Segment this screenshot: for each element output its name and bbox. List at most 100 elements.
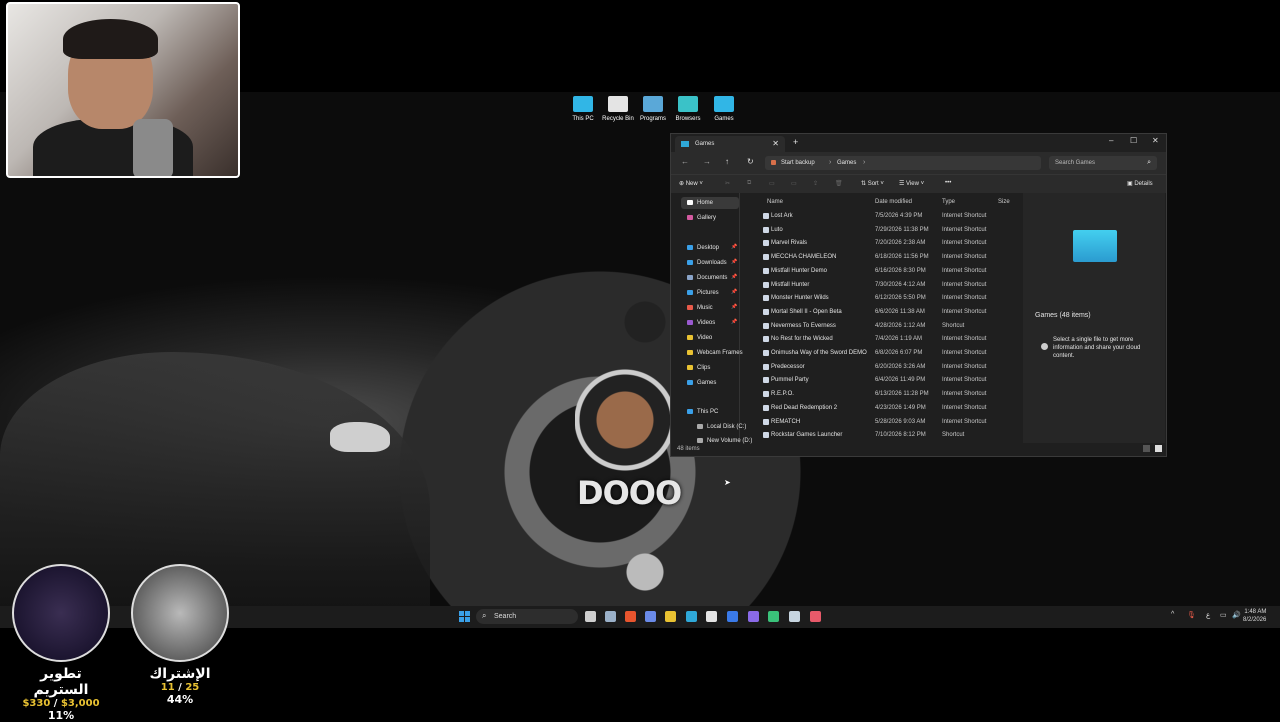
maps-icon[interactable] — [810, 611, 821, 622]
refresh-icon[interactable]: ↻ — [747, 157, 754, 166]
pin-icon[interactable]: 📌 — [731, 244, 737, 250]
sidebar-item[interactable]: Clips — [681, 362, 739, 374]
forward-arrow-icon[interactable]: → — [703, 157, 711, 166]
store-icon[interactable] — [706, 611, 717, 622]
brave-icon[interactable] — [625, 611, 636, 622]
file-row[interactable]: Lost Ark 7/5/2026 4:39 PM Internet Shortcu… — [753, 209, 1013, 222]
tab-close-icon[interactable]: ✕ — [772, 139, 779, 148]
command-bar: ⊕ New ˅ ✂ ⧉ ▭ ▭ ⇪ 🗑 ⇅ Sort ˅ ☰ View ˅ ••… — [671, 174, 1166, 193]
file-row[interactable]: Monster Hunter Wilds 6/12/2026 5:50 PM Int… — [753, 291, 1013, 304]
file-row[interactable]: Pummel Party 6/4/2026 11:49 PM Internet Sh… — [753, 373, 1013, 386]
file-row[interactable]: Rockstar Games Launcher 7/10/2026 8:12 PM… — [753, 428, 1013, 441]
file-date: 6/13/2026 11:28 PM — [875, 391, 929, 398]
sidebar-item[interactable]: Games — [681, 377, 739, 389]
sidebar-item[interactable]: Pictures 📌 — [681, 287, 739, 299]
sidebar-item-icon — [687, 305, 693, 310]
tiles-view-icon[interactable] — [1155, 445, 1162, 452]
file-row[interactable]: Predecessor 6/20/2026 3:26 AM Internet Sho… — [753, 360, 1013, 373]
file-row[interactable]: Luto 7/29/2026 11:38 PM Internet Shortcut — [753, 223, 1013, 236]
file-row[interactable]: Mistfall Hunter 7/30/2026 4:12 AM Internet… — [753, 278, 1013, 291]
sidebar-item[interactable]: Gallery — [681, 212, 739, 224]
column-header-name[interactable]: Name — [767, 199, 783, 205]
file-row[interactable]: Mistfall Hunter Demo 6/16/2026 8:30 PM Int… — [753, 264, 1013, 277]
discord-icon[interactable] — [748, 611, 759, 622]
edge-icon[interactable] — [686, 611, 697, 622]
desktop-icon-recycle-bin[interactable]: Recycle Bin — [598, 96, 638, 122]
sort-button[interactable]: ⇅ Sort ˅ — [861, 180, 884, 187]
taskbar-search[interactable]: ⌕ Search — [476, 609, 578, 624]
cut-icon[interactable]: ✂ — [725, 180, 730, 187]
microphone-icon[interactable]: 🎙 — [1187, 611, 1196, 619]
pin-icon[interactable]: 📌 — [731, 289, 737, 295]
start-windows-icon[interactable] — [459, 611, 470, 622]
file-type: Internet Shortcut — [942, 267, 987, 274]
back-arrow-icon[interactable]: ← — [681, 157, 689, 166]
file-explorer-icon[interactable] — [665, 611, 676, 622]
search-input[interactable]: Search Games ⌕ — [1049, 156, 1157, 170]
file-row[interactable]: REMATCH 5/28/2026 9:03 AM Internet Shortcu… — [753, 415, 1013, 428]
clock[interactable]: 1:48 AM 8/2/2026 — [1243, 608, 1266, 624]
shortcut-icon — [763, 308, 769, 315]
network-icon[interactable]: ▭ — [1220, 611, 1227, 619]
file-row[interactable]: No Rest for the Wicked 7/4/2026 1:19 AM In… — [753, 332, 1013, 345]
task-view-icon[interactable] — [585, 611, 596, 622]
share-icon[interactable]: ⇪ — [813, 180, 818, 187]
column-header-date[interactable]: Date modified — [875, 199, 912, 205]
rename-icon[interactable]: ▭ — [791, 180, 797, 187]
sidebar-item[interactable]: Videos 📌 — [681, 317, 739, 329]
copy-icon[interactable]: ⧉ — [747, 180, 751, 187]
sidebar-item[interactable]: Local Disk (C:) — [691, 421, 749, 433]
mail-icon[interactable] — [727, 611, 738, 622]
copilot-icon[interactable] — [645, 611, 656, 622]
desktop-icon-browsers[interactable]: Browsers — [668, 96, 708, 122]
sidebar-item[interactable]: Music 📌 — [681, 302, 739, 314]
sidebar-item[interactable]: Home — [681, 197, 739, 209]
file-row[interactable]: Mortal Shell II - Open Beta 6/6/2026 11:3… — [753, 305, 1013, 318]
file-row[interactable]: Red Dead Redemption 2 4/23/2026 1:49 PM In… — [753, 401, 1013, 414]
details-pane-button[interactable]: ▣ Details — [1127, 180, 1153, 187]
address-bar[interactable]: Start backup › Games › — [765, 156, 1041, 170]
goal-percent: 44% — [166, 693, 194, 706]
sidebar-item[interactable]: Webcam Frames — [681, 347, 743, 359]
pin-icon[interactable]: 📌 — [731, 319, 737, 325]
details-view-icon[interactable] — [1143, 445, 1150, 452]
new-button[interactable]: ⊕ New ˅ — [679, 180, 703, 187]
new-tab-button[interactable]: + — [793, 137, 798, 147]
desktop-icon-this-pc[interactable]: This PC — [563, 96, 603, 122]
tray-chevron-icon[interactable]: ^ — [1171, 611, 1174, 618]
sidebar-item[interactable]: Documents 📌 — [681, 272, 739, 284]
column-header-type[interactable]: Type — [942, 199, 955, 205]
sort-label: Sort — [867, 181, 879, 187]
language-indicator[interactable]: ع — [1206, 611, 1210, 619]
column-header-size[interactable]: Size — [998, 199, 1010, 205]
app-green-icon[interactable] — [768, 611, 779, 622]
pin-icon[interactable]: 📌 — [731, 304, 737, 310]
file-row[interactable]: Onimusha Way of the Sword DEMO 6/8/2026 6… — [753, 346, 1013, 359]
close-button[interactable]: ✕ — [1152, 136, 1159, 145]
paste-icon[interactable]: ▭ — [769, 180, 775, 187]
view-button[interactable]: ☰ View ˅ — [899, 180, 924, 187]
minimize-button[interactable]: – — [1109, 136, 1113, 145]
up-arrow-icon[interactable]: ↑ — [725, 157, 729, 166]
pin-icon[interactable]: 📌 — [731, 274, 737, 280]
breadcrumb-start-backup[interactable]: Start backup — [781, 160, 815, 166]
more-options-button[interactable]: ••• — [945, 180, 951, 186]
settings-icon[interactable] — [605, 611, 616, 622]
steam-icon[interactable] — [789, 611, 800, 622]
delete-icon[interactable]: 🗑 — [835, 180, 843, 187]
file-row[interactable]: Marvel Rivals 7/20/2026 2:38 AM Internet S… — [753, 236, 1013, 249]
tab-games[interactable]: Games ✕ — [675, 136, 785, 152]
sidebar-item[interactable]: This PC — [681, 406, 739, 418]
pin-icon[interactable]: 📌 — [731, 259, 737, 265]
sidebar-item[interactable]: Desktop 📌 — [681, 242, 739, 254]
file-row[interactable]: Nevermess To Everness 4/28/2026 1:12 AM Sh… — [753, 319, 1013, 332]
desktop-icon-games[interactable]: Games — [704, 96, 744, 122]
file-row[interactable]: MECCHA CHAMELEON 6/18/2026 11:56 PM Intern… — [753, 250, 1013, 263]
maximize-button[interactable]: ☐ — [1130, 136, 1137, 145]
desktop-icon-programs[interactable]: Programs — [633, 96, 673, 122]
sidebar-item[interactable]: Downloads 📌 — [681, 257, 739, 269]
breadcrumb-games[interactable]: Games — [837, 160, 856, 166]
volume-icon[interactable]: 🔊 — [1232, 611, 1241, 619]
file-row[interactable]: R.E.P.O. 6/13/2026 11:28 PM Internet Short… — [753, 387, 1013, 400]
sidebar-item[interactable]: Video — [681, 332, 739, 344]
